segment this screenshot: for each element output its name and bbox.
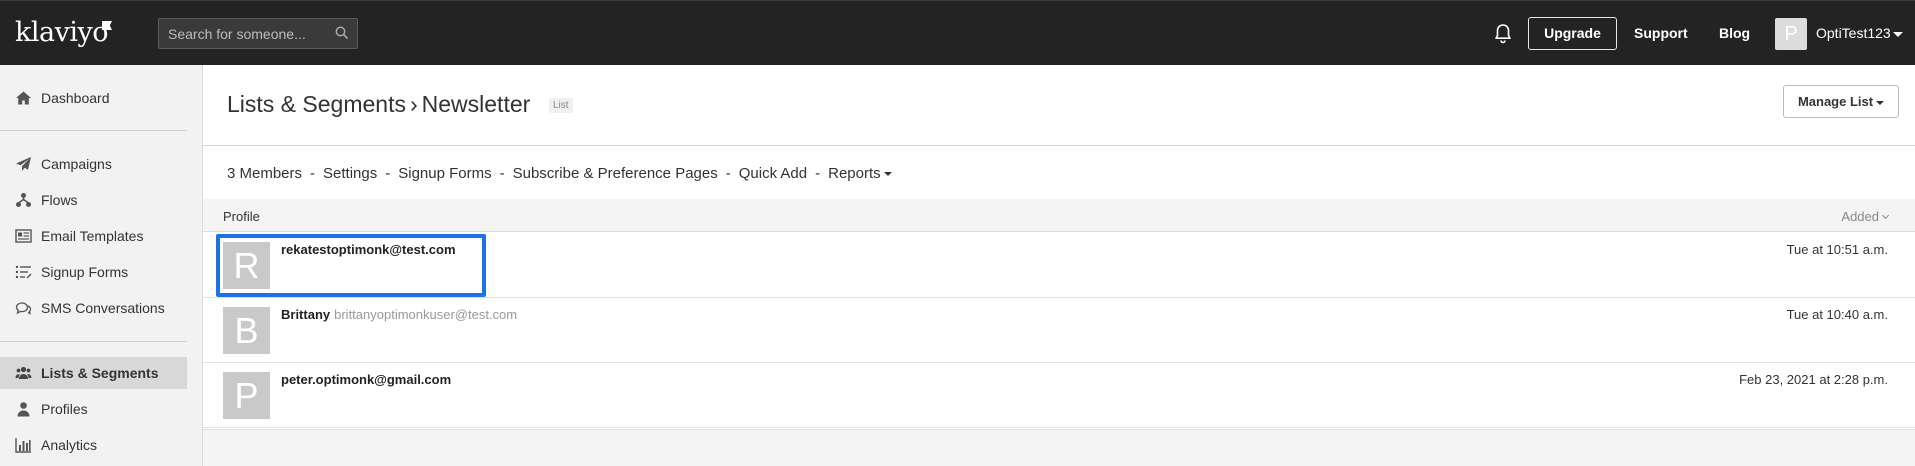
logo-flag-icon	[102, 21, 112, 30]
search-icon[interactable]	[335, 26, 349, 40]
added-date: Tue at 10:51 a.m.	[1786, 242, 1888, 257]
manage-list-label: Manage List	[1797, 94, 1874, 109]
members-link[interactable]: 3 Members	[227, 165, 302, 182]
sidebar-item-label: Dashboard	[41, 90, 110, 106]
user-icon	[17, 402, 30, 417]
page-title: Lists & Segments › Newsletter	[227, 91, 530, 118]
breadcrumb-chevron-icon: ›	[409, 91, 418, 117]
sidebar-item-label: Flows	[41, 192, 78, 208]
sidebar-item-label: Analytics	[41, 437, 98, 453]
bar-chart-icon	[15, 438, 31, 453]
reports-dropdown[interactable]: Reports	[828, 165, 892, 182]
main-content: Lists & Segments › Newsletter List Manage …	[203, 65, 1915, 466]
home-icon	[16, 91, 31, 105]
bell-icon[interactable]	[1493, 23, 1513, 45]
profile-avatar: B	[223, 307, 270, 354]
klaviyo-logo[interactable]: klaviyo	[15, 17, 109, 48]
profile-name: peter.optimonk@gmail.com	[281, 372, 452, 387]
profile-name-link[interactable]: Brittany brittanyoptimonkuser@test.com	[281, 307, 517, 322]
breadcrumb-parent-link[interactable]: Lists & Segments	[227, 91, 406, 117]
sidebar-item-label: Lists & Segments	[41, 365, 159, 381]
subnav-separator: -	[725, 165, 731, 182]
list-subnav: 3 Members - Settings - Signup Forms - Subscrib…	[227, 165, 892, 182]
chat-icon	[15, 302, 32, 315]
sidebar-item-label: Signup Forms	[41, 264, 129, 280]
list-type-badge: List	[549, 98, 573, 113]
paper-plane-icon	[16, 157, 31, 171]
column-header-profile: Profile	[223, 209, 260, 224]
sidebar-divider	[0, 341, 187, 342]
signup-forms-link[interactable]: Signup Forms	[398, 165, 491, 182]
manage-list-button[interactable]: Manage List	[1783, 85, 1899, 118]
sidebar-item-label: Email Templates	[41, 228, 144, 244]
sidebar-item-flows[interactable]: Flows	[0, 184, 187, 216]
reports-label: Reports	[828, 165, 881, 182]
list-icon	[15, 265, 32, 279]
sidebar-item-profiles[interactable]: Profiles	[0, 393, 187, 425]
header-divider	[203, 145, 1915, 146]
added-date: Tue at 10:40 a.m.	[1786, 307, 1888, 322]
flows-icon	[16, 193, 31, 207]
subnav-separator: -	[310, 165, 316, 182]
quick-add-link[interactable]: Quick Add	[739, 165, 807, 182]
upgrade-button[interactable]: Upgrade	[1528, 17, 1617, 50]
added-date: Feb 23, 2021 at 2:28 p.m.	[1739, 372, 1888, 387]
profile-name: Brittany	[281, 307, 331, 322]
user-avatar[interactable]: P	[1775, 18, 1807, 50]
table-row[interactable]: P peter.optimonk@gmail.com Feb 23, 2021 …	[203, 363, 1915, 428]
profile-avatar: P	[223, 372, 270, 419]
users-icon	[15, 366, 32, 379]
subnav-separator: -	[385, 165, 391, 182]
chevron-down-icon	[883, 172, 892, 177]
added-label: Added	[1841, 209, 1879, 224]
sidebar-item-analytics[interactable]: Analytics	[0, 429, 187, 461]
profile-email: brittanyoptimonkuser@test.com	[334, 307, 518, 322]
user-menu-caret-icon[interactable]	[1893, 32, 1903, 37]
profile-name-link[interactable]: peter.optimonk@gmail.com	[281, 372, 451, 387]
sort-chevron-icon	[1881, 211, 1890, 220]
column-header-added[interactable]: Added	[1841, 209, 1890, 224]
selection-highlight	[216, 234, 486, 297]
sidebar-item-signup-forms[interactable]: Signup Forms	[0, 256, 187, 288]
settings-link[interactable]: Settings	[323, 165, 377, 182]
sidebar-item-dashboard[interactable]: Dashboard	[0, 82, 187, 114]
table-header: Profile Added	[203, 199, 1915, 232]
list-name: Newsletter	[421, 91, 531, 117]
sidebar-divider	[0, 130, 187, 131]
support-link[interactable]: Support	[1634, 25, 1688, 41]
table-row[interactable]: B Brittany brittanyoptimonkuser@test.com …	[203, 298, 1915, 363]
sidebar-item-campaigns[interactable]: Campaigns	[0, 148, 187, 180]
sidebar-item-label: SMS Conversations	[41, 300, 165, 316]
sidebar-item-label: Profiles	[41, 401, 88, 417]
user-menu-name[interactable]: OptiTest123	[1816, 25, 1891, 41]
subnav-separator: -	[499, 165, 505, 182]
table-row[interactable]: R rekatestoptimonk@test.com Tue at 10:51…	[203, 233, 1915, 298]
search-box[interactable]	[158, 18, 358, 49]
table-footer	[203, 429, 1915, 466]
chevron-down-icon	[1876, 100, 1885, 105]
sidebar-item-lists-segments[interactable]: Lists & Segments	[0, 357, 187, 389]
top-bar: klaviyo Upgrade Support Blog P OptiTest1…	[0, 0, 1915, 65]
template-icon	[15, 229, 32, 243]
sidebar-item-label: Campaigns	[41, 156, 112, 172]
sidebar-item-sms-conversations[interactable]: SMS Conversations	[0, 292, 187, 324]
blog-link[interactable]: Blog	[1719, 25, 1750, 41]
search-input[interactable]	[159, 19, 329, 48]
subnav-separator: -	[815, 165, 821, 182]
sidebar-item-email-templates[interactable]: Email Templates	[0, 220, 187, 252]
subscribe-pages-link[interactable]: Subscribe & Preference Pages	[513, 165, 718, 182]
sidebar: Dashboard Campaigns Flows Email Template…	[0, 65, 203, 466]
